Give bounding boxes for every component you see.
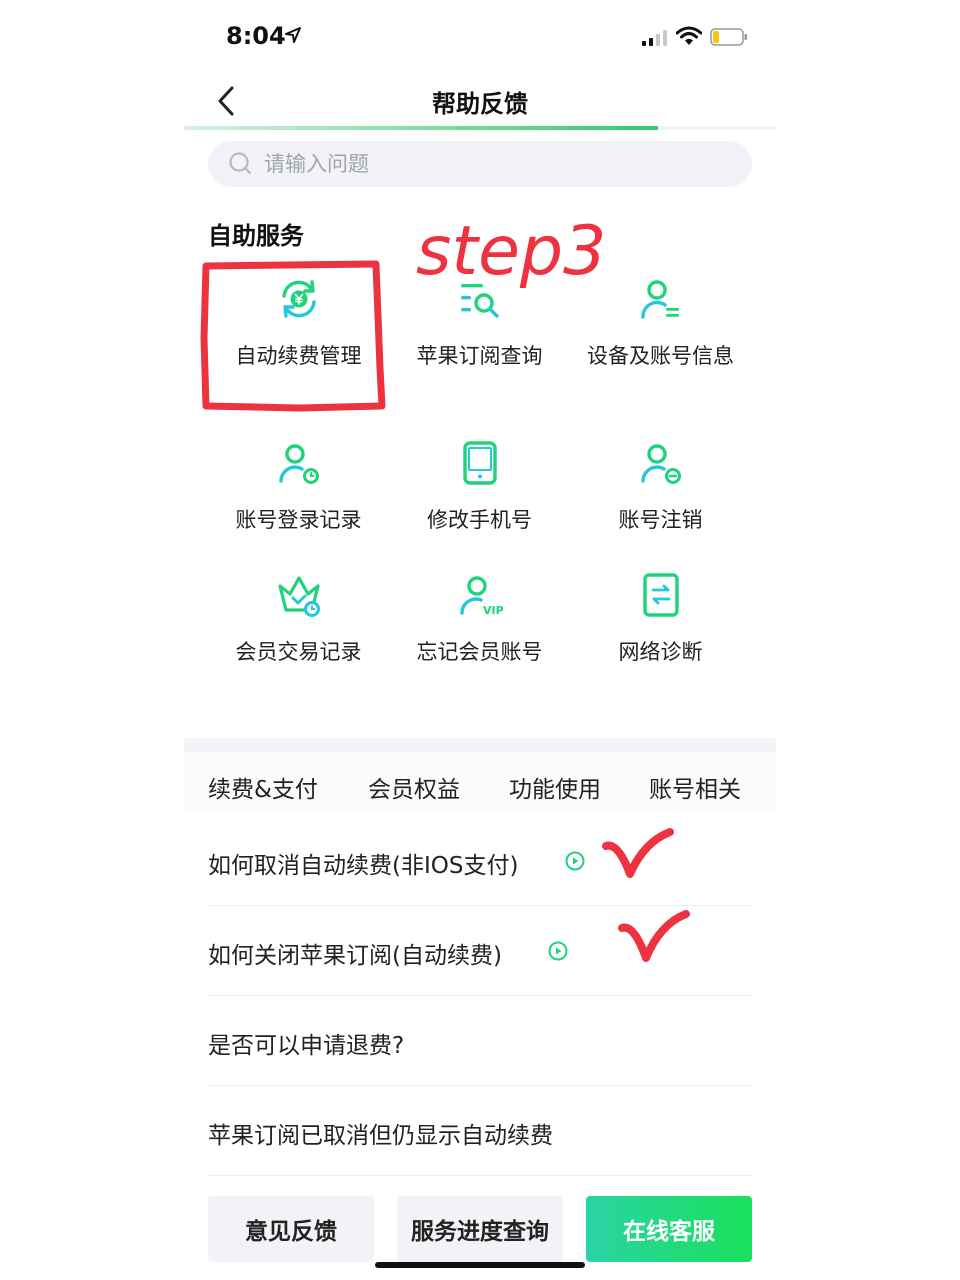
location-arrow-icon [285,27,301,43]
search-icon [229,152,252,175]
crown-clock-icon [277,576,320,617]
service-label: 账号注销 [618,508,703,532]
faq-item[interactable]: 如何关闭苹果订阅(自动续费) [208,906,752,996]
service-label: 苹果订阅查询 [416,344,543,368]
feedback-button[interactable]: 意见反馈 [208,1196,374,1262]
section-divider [184,738,776,752]
user-minus-icon [640,444,681,484]
service-label: 自动续费管理 [235,344,362,368]
battery-icon [710,28,747,46]
tab-account[interactable]: 账号相关 [649,770,741,804]
page-title: 帮助反馈 [432,90,528,118]
service-label: 设备及账号信息 [587,344,734,368]
service-login-records[interactable]: 账号登录记录 [208,440,389,560]
video-play-icon [565,851,585,871]
self-service-title: 自助服务 [208,222,304,250]
service-vip-transactions[interactable]: 会员交易记录 [208,572,389,692]
status-time: 8:04 [226,22,286,50]
service-forgot-vip-account[interactable]: VIP 忘记会员账号 [389,572,570,692]
faq-item[interactable]: 是否可以申请退费? [208,996,752,1086]
service-label: 账号登录记录 [235,508,362,532]
search-bar[interactable] [208,141,752,187]
faq-question: 如何取消自动续费(非IOS支付) [208,853,519,879]
service-label: 修改手机号 [427,508,532,532]
wifi-icon [676,26,702,45]
service-account-cancel[interactable]: 账号注销 [570,440,751,560]
service-apple-subscription[interactable]: 苹果订阅查询 [389,276,570,396]
service-label: 网络诊断 [618,640,703,664]
faq-item[interactable]: 如何取消自动续费(非IOS支付) [208,816,752,906]
service-change-phone[interactable]: 修改手机号 [389,440,570,560]
home-indicator [375,1262,585,1268]
faq-question: 苹果订阅已取消但仍显示自动续费 [208,1123,553,1149]
online-service-button[interactable]: 在线客服 [586,1196,752,1262]
tab-feature-usage[interactable]: 功能使用 [509,770,601,804]
page-progress-bar [184,126,776,130]
faq-question: 是否可以申请退费? [208,1033,405,1059]
service-label: 会员交易记录 [235,640,362,664]
network-swap-icon [642,573,679,617]
search-input[interactable] [264,152,724,176]
faq-tabs: 续费&支付 会员权益 功能使用 账号相关 [184,752,776,814]
auto-renew-yuan-icon [281,280,316,318]
faq-item[interactable]: 苹果订阅已取消但仍显示自动续费 [208,1086,752,1176]
service-network-diagnosis[interactable]: 网络诊断 [570,572,751,692]
service-progress-button[interactable]: 服务进度查询 [397,1196,563,1262]
status-bar: 8:04 [184,0,776,70]
phone-icon [462,441,497,485]
user-list-icon [640,280,679,319]
service-label: 忘记会员账号 [416,640,543,664]
tab-renewal-payment[interactable]: 续费&支付 [208,770,318,804]
faq-question: 如何关闭苹果订阅(自动续费) [208,943,502,969]
list-search-icon [460,284,499,318]
nav-bar: 帮助反馈 [184,70,776,130]
service-device-account-info[interactable]: 设备及账号信息 [570,276,751,396]
phone-screen: 8:04 帮助反馈 请输入问题 自助服务 自动续费管理 苹果订阅查询 设备及账号… [184,0,776,1280]
svg-text:VIP: VIP [483,604,503,617]
tab-vip-benefits[interactable]: 会员权益 [368,770,460,804]
user-clock-icon [278,444,319,484]
video-play-icon [548,941,568,961]
service-auto-renew[interactable]: 自动续费管理 [208,276,389,396]
page-progress-fill [184,126,658,130]
user-vip-icon: VIP [459,576,503,617]
cellular-signal-icon [642,30,667,46]
